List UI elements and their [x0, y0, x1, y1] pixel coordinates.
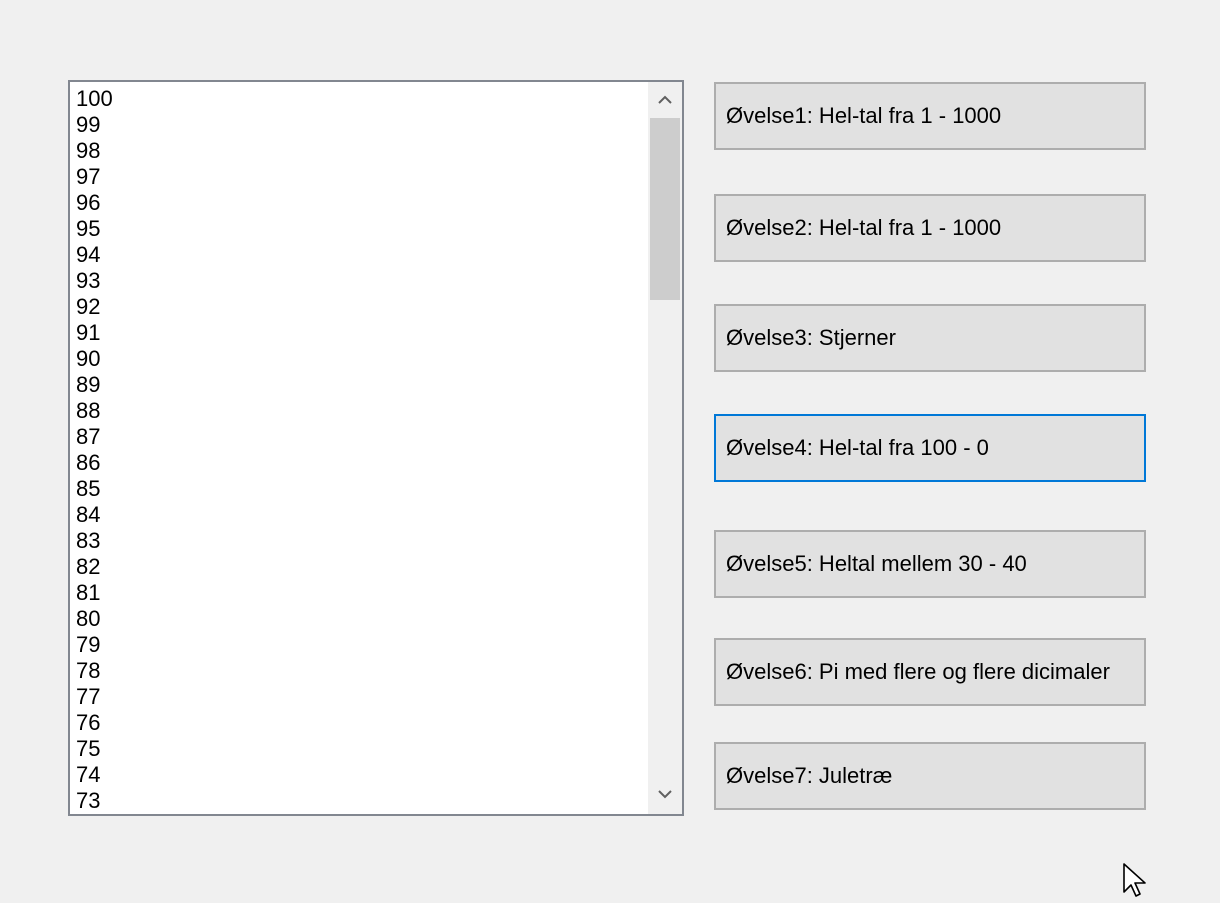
ovelse3-button[interactable]: Øvelse3: Stjerner: [714, 304, 1146, 372]
ovelse5-button[interactable]: Øvelse5: Heltal mellem 30 - 40: [714, 530, 1146, 598]
list-item[interactable]: 91: [76, 320, 113, 346]
list-item[interactable]: 76: [76, 710, 113, 736]
list-item[interactable]: 98: [76, 138, 113, 164]
list-item[interactable]: 80: [76, 606, 113, 632]
list-item[interactable]: 100: [76, 86, 113, 112]
list-item[interactable]: 89: [76, 372, 113, 398]
ovelse6-button-label: Øvelse6: Pi med flere og flere dicimaler: [726, 659, 1110, 684]
list-item[interactable]: 93: [76, 268, 113, 294]
list-item[interactable]: 81: [76, 580, 113, 606]
vertical-scrollbar[interactable]: [648, 82, 682, 814]
ovelse2-button[interactable]: Øvelse2: Hel-tal fra 1 - 1000: [714, 194, 1146, 262]
ovelse1-button-label: Øvelse1: Hel-tal fra 1 - 1000: [726, 103, 1002, 128]
ovelse3-button-label: Øvelse3: Stjerner: [726, 325, 896, 350]
list-item[interactable]: 74: [76, 762, 113, 788]
list-item[interactable]: 83: [76, 528, 113, 554]
list-item[interactable]: 85: [76, 476, 113, 502]
ovelse2-button-label: Øvelse2: Hel-tal fra 1 - 1000: [726, 215, 1002, 240]
list-item[interactable]: 90: [76, 346, 113, 372]
listbox-items: 100 99 98 97 96 95 94 93 92 91 90 89 88 87 86 85 84 83 82 8…: [76, 86, 113, 814]
list-item[interactable]: 75: [76, 736, 113, 762]
ovelse4-button[interactable]: Øvelse4: Hel-tal fra 100 - 0: [714, 414, 1146, 482]
list-item[interactable]: 79: [76, 632, 113, 658]
list-item[interactable]: 99: [76, 112, 113, 138]
ovelse7-button[interactable]: Øvelse7: Juletræ: [714, 742, 1146, 810]
ovelse4-button-label: Øvelse4: Hel-tal fra 100 - 0: [726, 435, 989, 460]
list-item[interactable]: 78: [76, 658, 113, 684]
output-listbox[interactable]: 100 99 98 97 96 95 94 93 92 91 90 89 88 87 86 85 84 83 82 8…: [68, 80, 684, 816]
list-item[interactable]: 82: [76, 554, 113, 580]
list-item[interactable]: 88: [76, 398, 113, 424]
list-item[interactable]: 97: [76, 164, 113, 190]
list-item[interactable]: 95: [76, 216, 113, 242]
mouse-pointer-icon: [1122, 862, 1150, 903]
chevron-up-icon: [658, 95, 672, 104]
chevron-down-icon: [658, 790, 672, 799]
list-item[interactable]: 84: [76, 502, 113, 528]
ovelse1-button[interactable]: Øvelse1: Hel-tal fra 1 - 1000: [714, 82, 1146, 150]
list-item[interactable]: 86: [76, 450, 113, 476]
list-item[interactable]: 77: [76, 684, 113, 710]
ovelse5-button-label: Øvelse5: Heltal mellem 30 - 40: [726, 551, 1027, 576]
list-item[interactable]: 96: [76, 190, 113, 216]
scroll-thumb[interactable]: [650, 118, 680, 300]
list-item[interactable]: 94: [76, 242, 113, 268]
scroll-down-button[interactable]: [648, 778, 682, 814]
list-item[interactable]: 92: [76, 294, 113, 320]
ovelse6-button[interactable]: Øvelse6: Pi med flere og flere dicimaler: [714, 638, 1146, 706]
list-item[interactable]: 73: [76, 788, 113, 814]
list-item[interactable]: 87: [76, 424, 113, 450]
ovelse7-button-label: Øvelse7: Juletræ: [726, 763, 893, 788]
scroll-up-button[interactable]: [648, 82, 682, 118]
